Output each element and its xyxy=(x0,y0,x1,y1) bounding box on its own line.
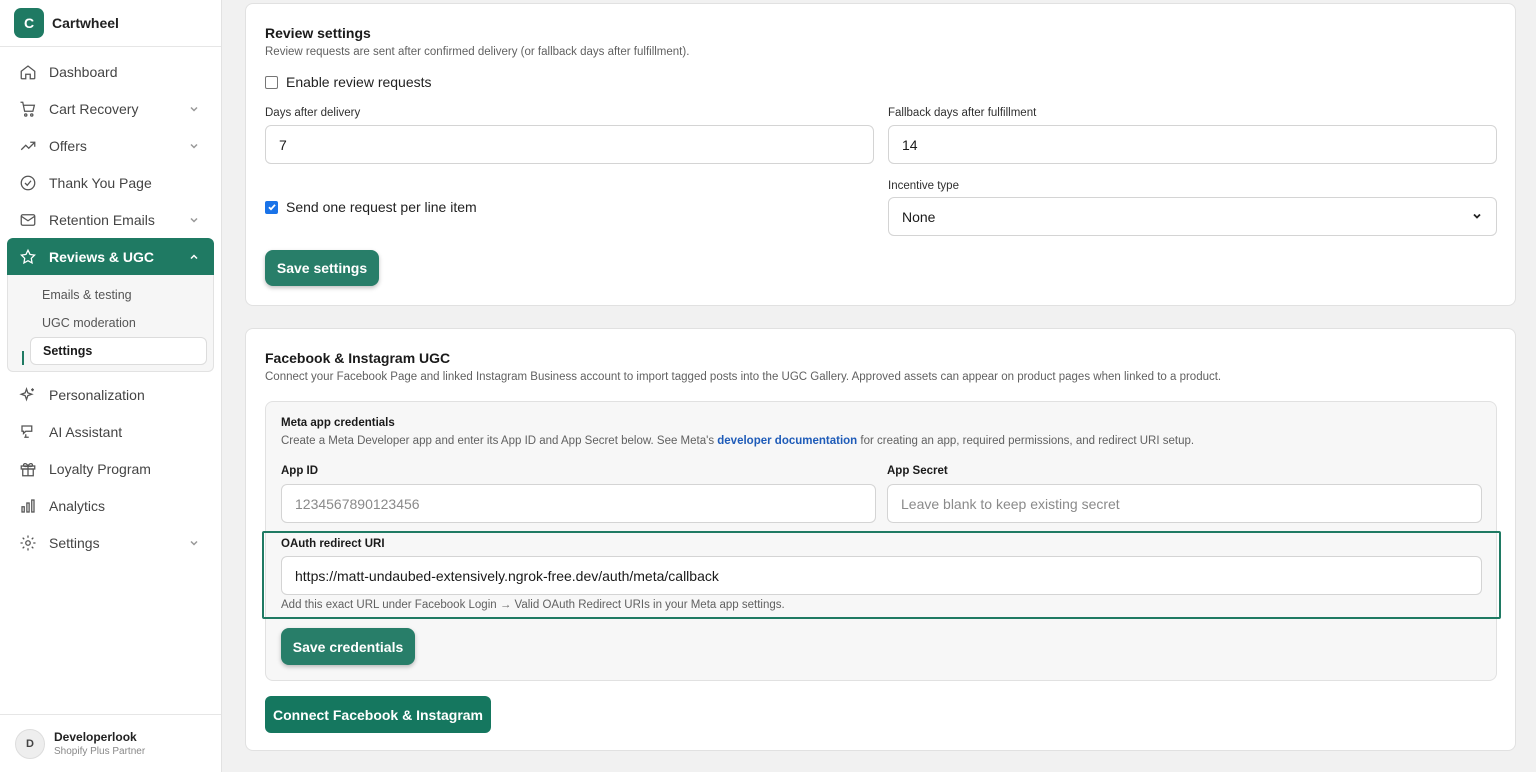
brand-logo: C xyxy=(14,8,44,38)
sidebar-item-thank-you-page[interactable]: Thank You Page xyxy=(7,164,214,201)
app-id-input[interactable] xyxy=(281,484,876,523)
sidebar-item-label: Reviews & UGC xyxy=(49,248,155,265)
app-secret-label: App Secret xyxy=(887,465,948,477)
user-role: Shopify Plus Partner xyxy=(54,746,146,757)
fallback-days-input[interactable] xyxy=(888,125,1497,164)
meta-desc-text-end: for creating an app, required permission… xyxy=(857,435,1195,447)
sidebar-item-cart-recovery[interactable]: Cart Recovery xyxy=(7,90,214,127)
meta-desc-text: Create a Meta Developer app and enter it… xyxy=(281,435,718,447)
incentive-type-select[interactable]: None xyxy=(888,197,1497,236)
avatar: D xyxy=(15,728,45,759)
sidebar-item-reviews-ugc[interactable]: Reviews & UGC xyxy=(7,238,214,275)
sidebar-item-label: Loyalty Program xyxy=(49,460,151,477)
ai-icon xyxy=(19,423,37,441)
home-icon xyxy=(19,63,37,81)
chevron-down-icon xyxy=(188,213,200,229)
chevron-down-icon xyxy=(188,139,200,155)
connect-facebook-instagram-button[interactable]: Connect Facebook & Instagram xyxy=(265,696,491,733)
per-line-label: Send one request per line item xyxy=(286,199,477,215)
sidebar-item-settings[interactable]: Settings xyxy=(7,524,214,561)
review-settings-title: Review settings xyxy=(265,25,371,41)
days-after-delivery-input[interactable] xyxy=(265,125,874,164)
send-per-line-item[interactable]: Send one request per line item xyxy=(265,199,477,215)
review-settings-description: Review requests are sent after confirmed… xyxy=(265,46,690,58)
developer-documentation-link[interactable]: developer documentation xyxy=(717,435,857,447)
sidebar: C Cartwheel Dashboard Cart Recovery Offe… xyxy=(0,0,222,772)
active-marker xyxy=(22,351,24,365)
gear-icon xyxy=(19,534,37,552)
subnav-item-ugc-moderation[interactable]: UGC moderation xyxy=(30,309,207,337)
sidebar-item-retention-emails[interactable]: Retention Emails xyxy=(7,201,214,238)
save-credentials-button[interactable]: Save credentials xyxy=(281,628,415,665)
ugc-description: Connect your Facebook Page and linked In… xyxy=(265,371,1222,383)
sparkle-icon xyxy=(19,386,37,404)
meta-credentials-description: Create a Meta Developer app and enter it… xyxy=(281,435,1481,447)
brand-name: Cartwheel xyxy=(52,15,119,31)
chevron-down-icon xyxy=(188,102,200,118)
sidebar-item-analytics[interactable]: Analytics xyxy=(7,487,214,524)
sidebar-item-offers[interactable]: Offers xyxy=(7,127,214,164)
app-secret-input[interactable] xyxy=(887,484,1482,523)
sidebar-item-label: Offers xyxy=(49,137,87,154)
save-settings-button[interactable]: Save settings xyxy=(265,250,379,286)
chevron-down-icon xyxy=(1471,209,1483,225)
enable-review-requests[interactable]: Enable review requests xyxy=(265,74,432,90)
sidebar-item-personalization[interactable]: Personalization xyxy=(7,376,214,413)
chevron-down-icon xyxy=(188,536,200,552)
fallback-days-label: Fallback days after fulfillment xyxy=(888,107,1037,119)
review-settings-card: Review settings Review requests are sent… xyxy=(245,3,1516,306)
sidebar-item-label: Retention Emails xyxy=(49,211,155,228)
incentive-type-label: Incentive type xyxy=(888,180,959,192)
sidebar-item-label: Dashboard xyxy=(49,63,118,80)
user-profile[interactable]: D Developerlook Shopify Plus Partner xyxy=(0,714,221,772)
sidebar-item-label: Personalization xyxy=(49,386,145,403)
sidebar-item-label: AI Assistant xyxy=(49,423,123,440)
cart-icon xyxy=(19,100,37,118)
enable-review-checkbox[interactable] xyxy=(265,75,278,89)
star-icon xyxy=(19,248,37,266)
meta-credentials-title: Meta app credentials xyxy=(281,417,395,429)
sidebar-item-label: Thank You Page xyxy=(49,174,152,191)
sidebar-nav: Dashboard Cart Recovery Offers Thank You… xyxy=(0,47,221,567)
sidebar-item-label: Cart Recovery xyxy=(49,100,139,117)
selection-highlight xyxy=(262,531,1501,619)
sidebar-item-loyalty-program[interactable]: Loyalty Program xyxy=(7,450,214,487)
app-id-label: App ID xyxy=(281,465,319,477)
gift-icon xyxy=(19,460,37,478)
brand[interactable]: C Cartwheel xyxy=(0,0,221,47)
chevron-up-icon xyxy=(188,250,200,266)
chart-icon xyxy=(19,497,37,515)
reviews-subnav: Emails & testing UGC moderation Settings xyxy=(7,275,214,372)
subnav-item-emails-testing[interactable]: Emails & testing xyxy=(30,281,207,309)
ugc-title: Facebook & Instagram UGC xyxy=(265,350,451,366)
per-line-checkbox[interactable] xyxy=(265,200,278,214)
sidebar-item-dashboard[interactable]: Dashboard xyxy=(7,53,214,90)
incentive-type-value: None xyxy=(902,208,936,225)
sidebar-item-ai-assistant[interactable]: AI Assistant xyxy=(7,413,214,450)
sidebar-item-label: Analytics xyxy=(49,497,106,514)
subnav-item-settings[interactable]: Settings xyxy=(30,337,207,365)
check-circle-icon xyxy=(19,174,37,192)
enable-review-label: Enable review requests xyxy=(286,74,432,90)
trend-icon xyxy=(19,137,37,155)
days-after-delivery-label: Days after delivery xyxy=(265,107,361,119)
sidebar-item-label: Settings xyxy=(49,534,100,551)
mail-icon xyxy=(19,211,37,229)
user-name: Developerlook xyxy=(54,730,137,744)
